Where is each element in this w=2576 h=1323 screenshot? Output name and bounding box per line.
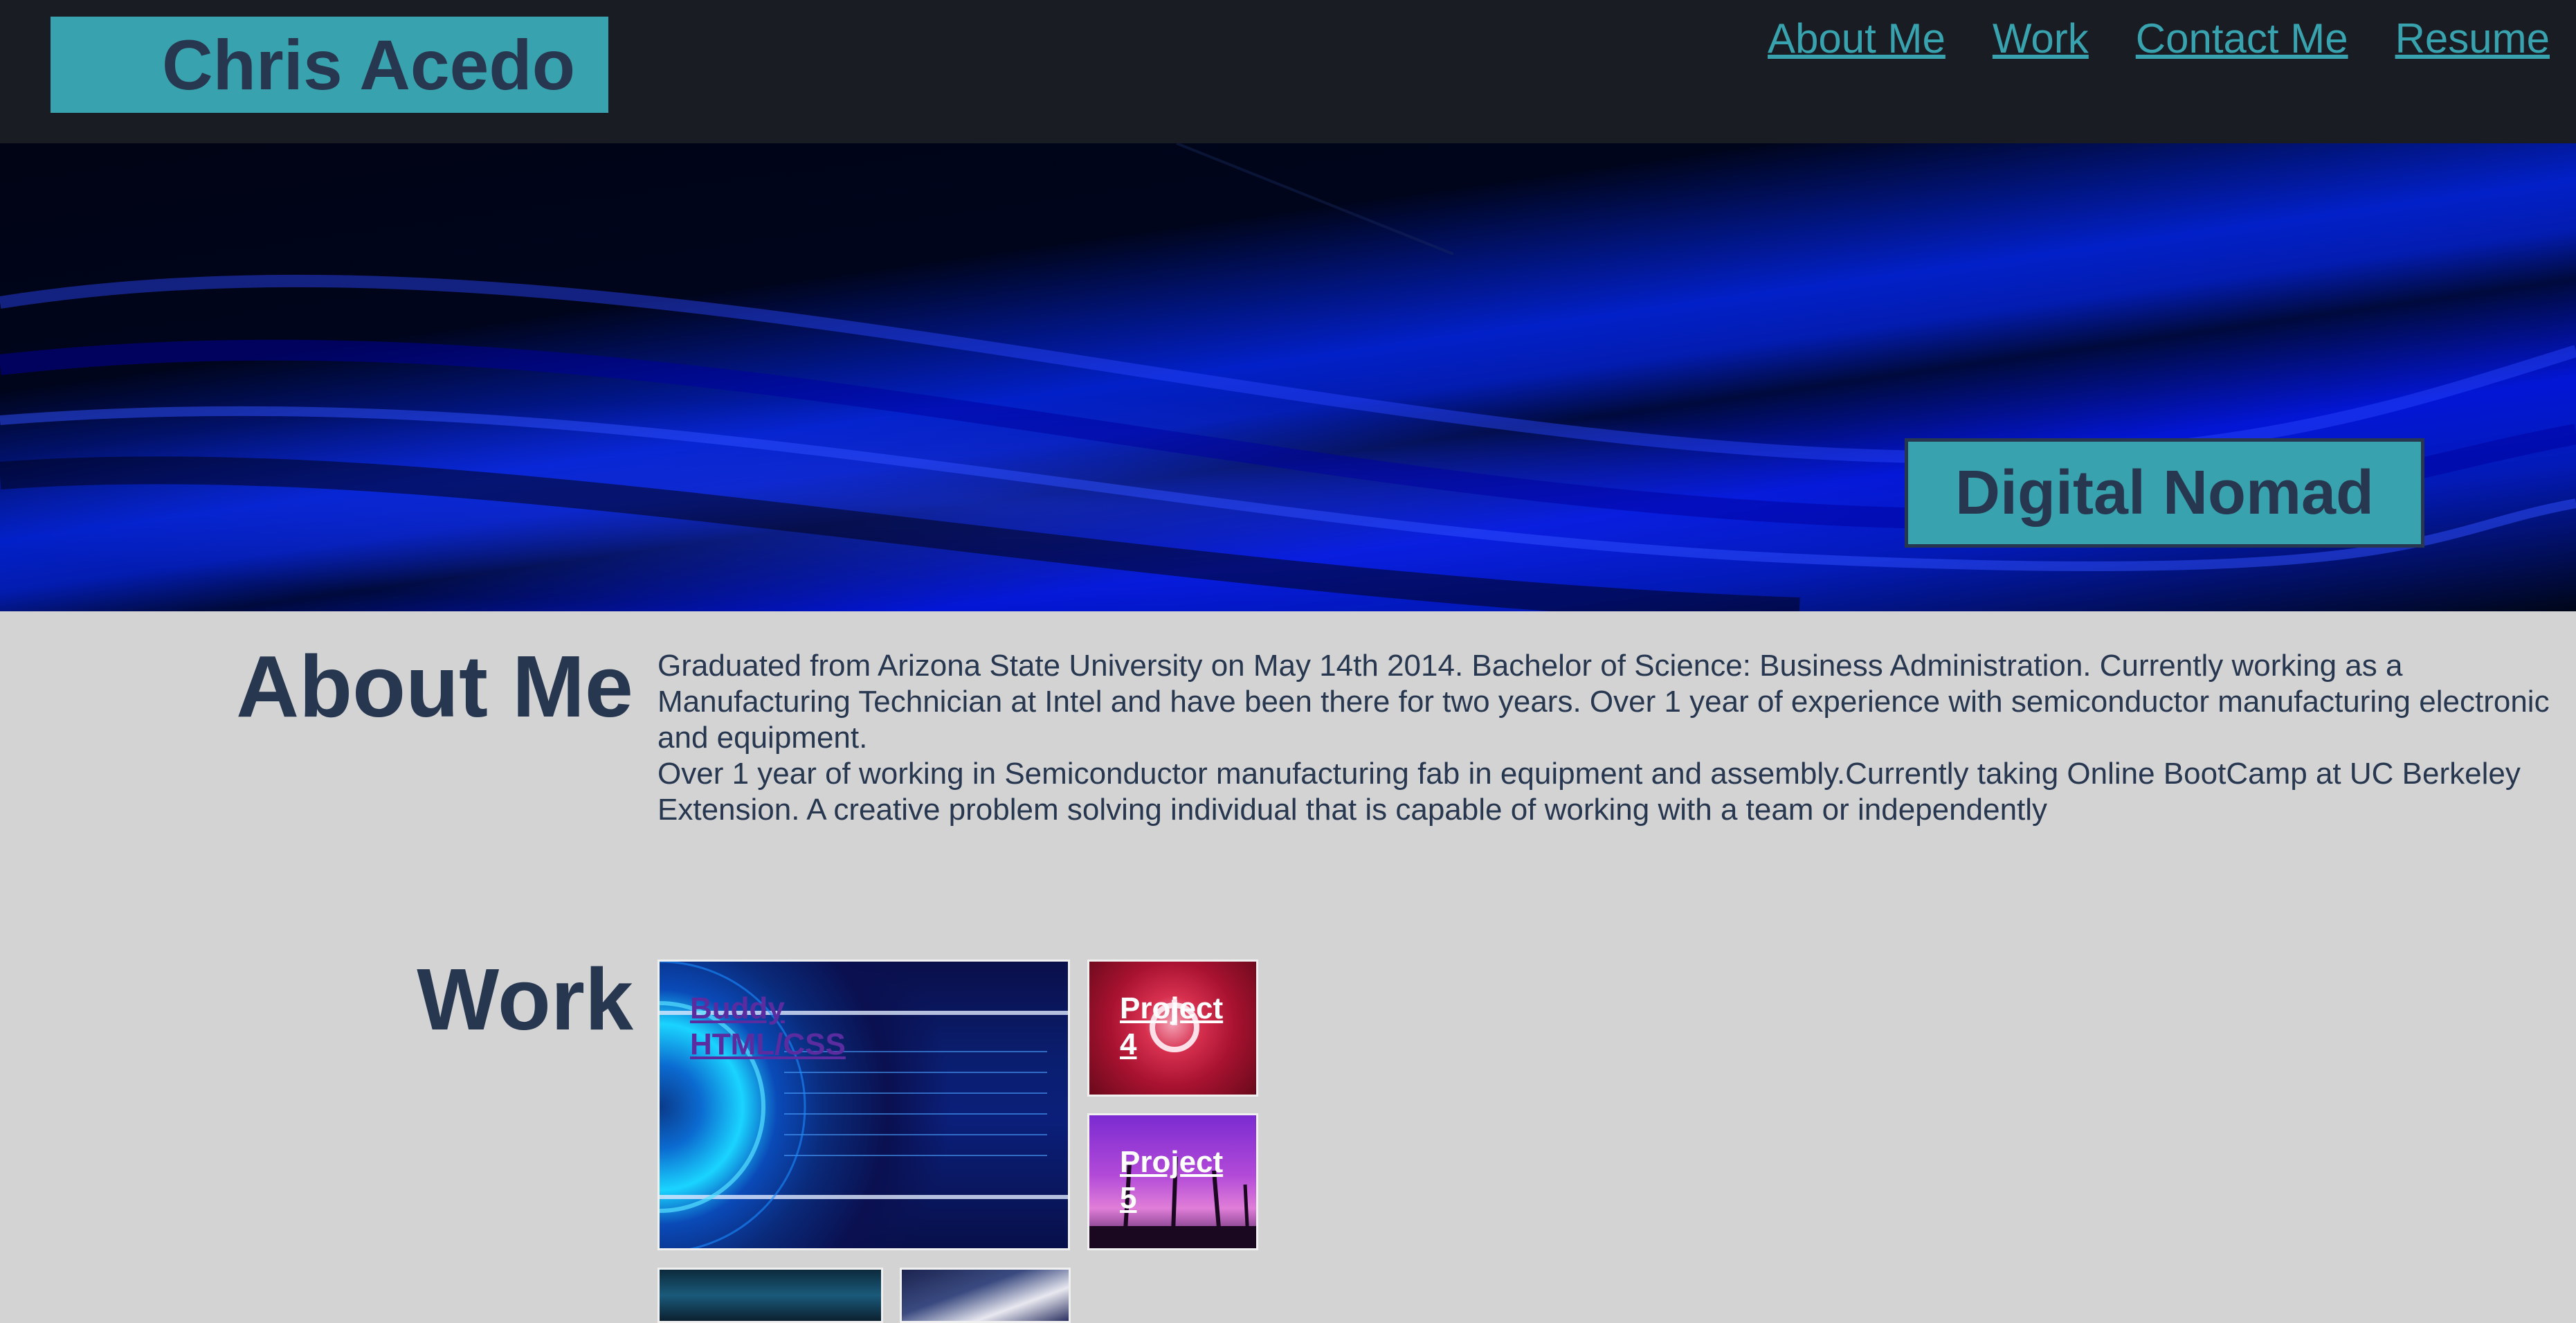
main-nav: About Me Work Contact Me Resume bbox=[1768, 18, 2550, 60]
hero-banner: Digital Nomad bbox=[0, 143, 2576, 611]
site-logo-text: Chris Acedo bbox=[161, 25, 575, 105]
nav-link-contact-me[interactable]: Contact Me bbox=[2136, 18, 2348, 60]
nav-link-resume[interactable]: Resume bbox=[2395, 18, 2550, 60]
project-tile-6[interactable] bbox=[657, 1268, 883, 1323]
nav-link-about-me[interactable]: About Me bbox=[1768, 18, 1945, 60]
about-text: Graduated from Arizona State University … bbox=[657, 648, 2576, 828]
project-label-5[interactable]: Project 5 bbox=[1120, 1144, 1237, 1216]
project-tile-buddy[interactable]: Buddy HTML/CSS bbox=[657, 960, 1070, 1250]
work-heading: Work bbox=[417, 951, 633, 1048]
about-heading: About Me bbox=[236, 638, 633, 735]
site-logo[interactable]: Chris Acedo bbox=[51, 17, 608, 113]
project-tile-5[interactable]: Project 5 bbox=[1087, 1113, 1258, 1250]
site-header: Chris Acedo About Me Work Contact Me Res… bbox=[0, 0, 2576, 143]
project-tile-7[interactable] bbox=[900, 1268, 1071, 1323]
tagline-box: Digital Nomad bbox=[1905, 438, 2424, 548]
about-paragraph: Over 1 year of working in Semiconductor … bbox=[657, 757, 2521, 827]
project-label-4[interactable]: Project 4 bbox=[1120, 991, 1237, 1063]
about-paragraph: Graduated from Arizona State University … bbox=[657, 649, 2550, 755]
project-tile-4[interactable]: Project 4 bbox=[1087, 960, 1258, 1097]
nav-link-work[interactable]: Work bbox=[1993, 18, 2089, 60]
tagline-text: Digital Nomad bbox=[1954, 458, 2375, 528]
project-label-buddy[interactable]: Buddy HTML/CSS bbox=[690, 991, 870, 1063]
